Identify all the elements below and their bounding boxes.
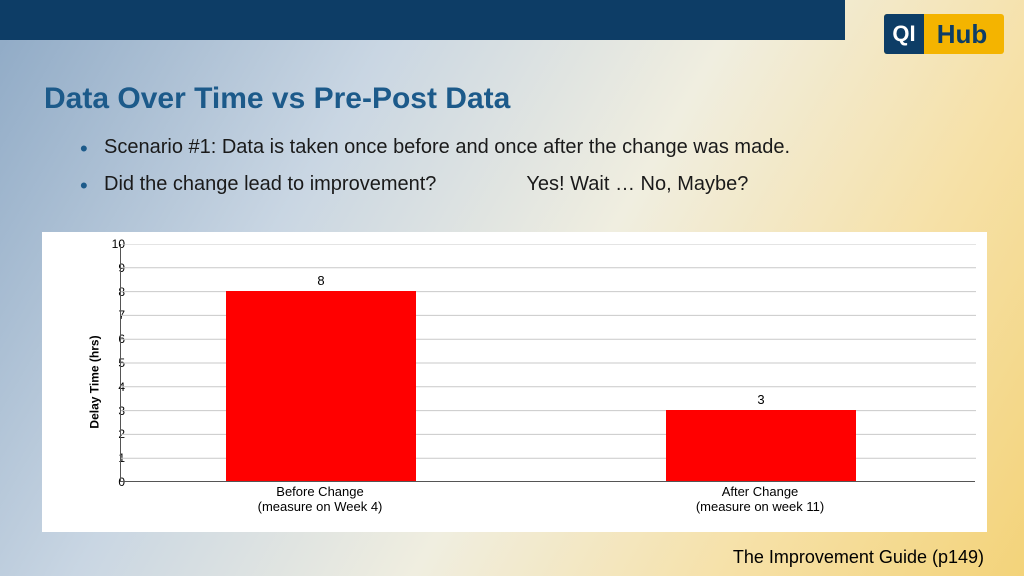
bullet-list: Scenario #1: Data is taken once before a… (80, 134, 960, 208)
chart-container: Delay Time (hrs) 10 9 8 7 6 5 4 3 2 1 0 (42, 232, 987, 532)
logo-hub: Hub (924, 19, 1004, 50)
bar-after-change: 3 (666, 410, 856, 481)
logo-qi: QI (884, 14, 924, 54)
bar-label-after: 3 (666, 392, 856, 407)
bullet-2-question: Did the change lead to improvement? (104, 171, 436, 198)
footer-citation: The Improvement Guide (p149) (733, 547, 984, 568)
bar-before-change: 8 (226, 291, 416, 481)
bullet-1-text: Scenario #1: Data is taken once before a… (104, 136, 790, 158)
spacer (436, 171, 526, 198)
bullet-2: Did the change lead to improvement? Yes!… (80, 171, 960, 198)
y-axis-label: Delay Time (hrs) (88, 335, 102, 428)
xtick-before: Before Change (measure on Week 4) (258, 484, 383, 514)
bullet-1: Scenario #1: Data is taken once before a… (80, 134, 960, 161)
slide: QI Hub Data Over Time vs Pre-Post Data S… (0, 0, 1024, 576)
xtick-after: After Change (measure on week 11) (696, 484, 824, 514)
xtick-before-sub: (measure on Week 4) (258, 499, 383, 514)
plot-area: 8 3 (120, 244, 975, 482)
top-bar (0, 0, 845, 40)
bullet-2-answer: Yes! Wait … No, Maybe? (526, 171, 748, 198)
xtick-before-main: Before Change (276, 484, 363, 499)
xtick-after-main: After Change (722, 484, 799, 499)
xtick-after-sub: (measure on week 11) (696, 499, 824, 514)
page-title: Data Over Time vs Pre-Post Data (44, 82, 510, 116)
bar-label-before: 8 (226, 273, 416, 288)
qihub-logo: QI Hub (884, 14, 1004, 54)
